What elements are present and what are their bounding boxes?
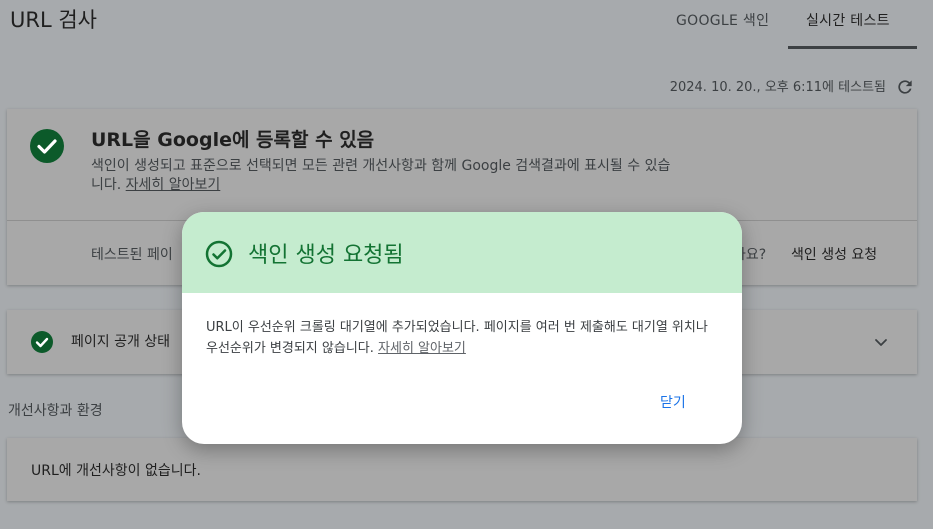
tested-page-label: 테스트된 페이 [91,247,173,263]
test-timestamp: 2024. 10. 20., 오후 6:11에 테스트됨 [669,80,886,95]
indexing-requested-dialog: 색인 생성 요청됨 URL이 우선순위 크롤링 대기열에 추가되었습니다. 페이… [182,212,742,444]
enhancements-section-label: 개선사항과 환경 [8,403,103,419]
dialog-learn-more-link[interactable]: 자세히 알아보기 [378,341,466,356]
dialog-header: 색인 생성 요청됨 [182,212,742,293]
request-indexing-button[interactable]: 색인 생성 요청 [791,244,877,264]
chevron-down-icon[interactable] [873,334,889,350]
tab-live-test[interactable]: 실시간 테스트 [806,10,890,30]
refresh-icon[interactable] [895,77,915,97]
no-enhancements-text: URL에 개선사항이 없습니다. [31,463,201,479]
learn-more-link[interactable]: 자세히 알아보기 [126,177,221,193]
page-title: URL 검사 [10,8,97,32]
dialog-body: URL이 우선순위 크롤링 대기열에 추가되었습니다. 페이지를 여러 번 제출… [206,320,708,356]
page-availability-label: 페이지 공개 상태 [71,334,171,350]
check-circle-icon [30,129,64,163]
dialog-title: 색인 생성 요청됨 [248,243,404,268]
status-title: URL을 Google에 등록할 수 있음 [91,129,375,151]
check-circle-outline-icon [205,240,233,268]
status-description: 색인이 생성되고 표준으로 선택되면 모든 관련 개선사항과 함께 Google… [91,158,671,193]
close-button[interactable]: 닫기 [660,392,686,412]
check-circle-icon [31,331,53,353]
active-tab-indicator [788,46,917,49]
tab-google-index[interactable]: GOOGLE 색인 [676,10,769,30]
enhancements-card: URL에 개선사항이 없습니다. [7,438,917,501]
